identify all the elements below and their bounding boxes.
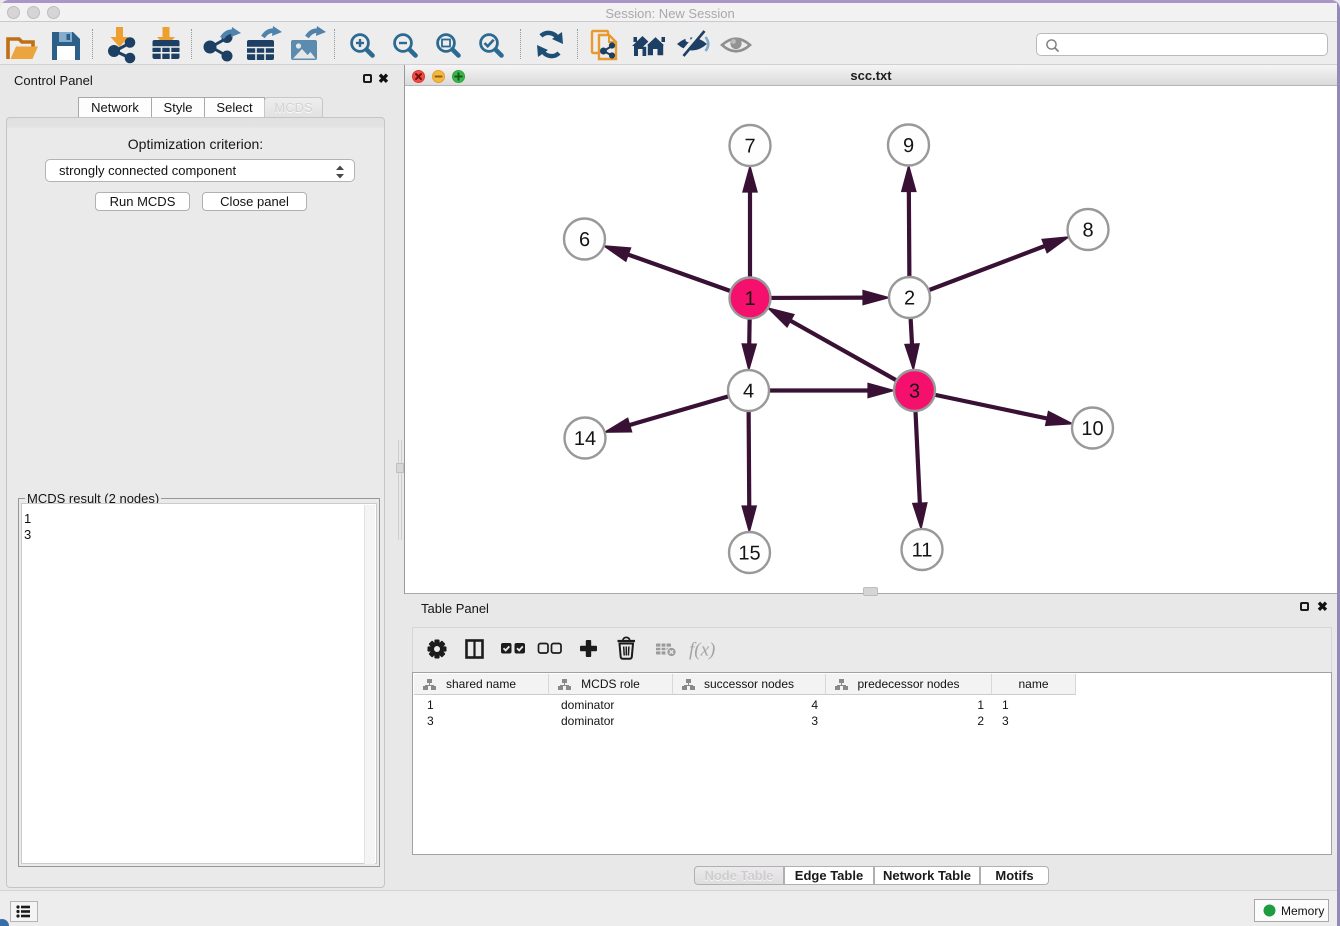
svg-text:14: 14 [574,428,596,450]
svg-text:3: 3 [909,381,920,403]
svg-text:9: 9 [903,135,914,157]
svg-text:2: 2 [904,288,915,310]
svg-text:f(x): f(x) [689,640,715,661]
svg-text:15: 15 [738,543,760,565]
svg-text:6: 6 [579,229,590,251]
svg-text:10: 10 [1081,418,1103,440]
svg-text:7: 7 [744,136,755,158]
svg-text:11: 11 [912,540,933,562]
svg-text:1: 1 [744,288,755,310]
svg-text:8: 8 [1082,220,1093,242]
svg-text:4: 4 [743,381,754,403]
